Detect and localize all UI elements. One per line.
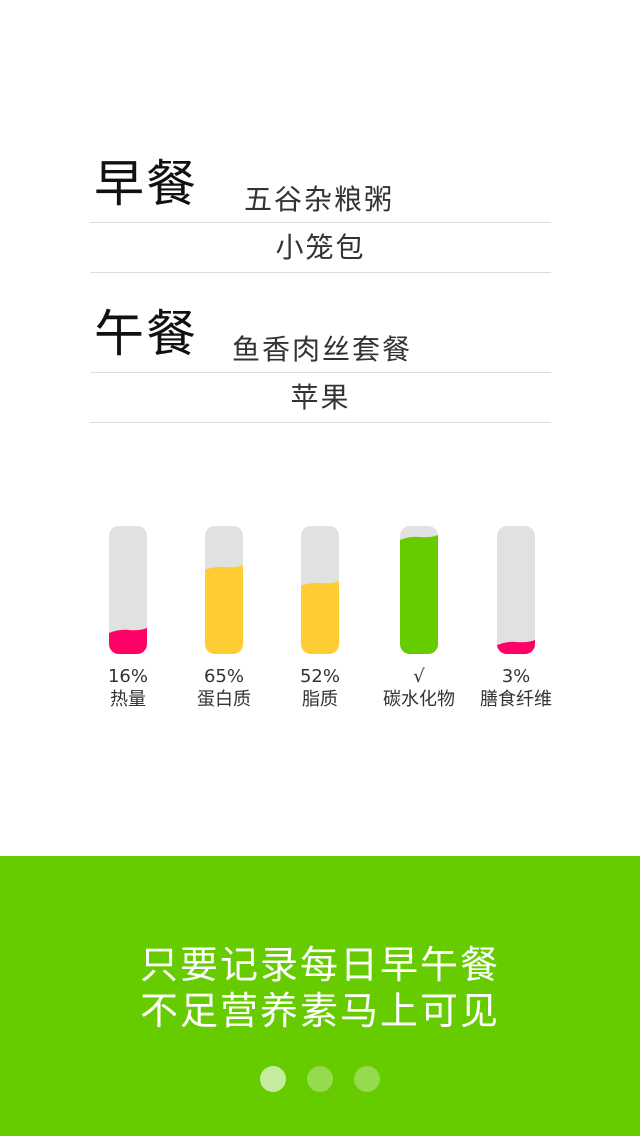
protein-label: 蛋白质 (197, 689, 251, 710)
page-dot-1[interactable] (259, 1066, 286, 1092)
lunch-title: 午餐 (94, 305, 198, 363)
protein-bar (205, 526, 243, 654)
breakfast-section: 早餐 五谷杂粮粥 小笼包 (90, 150, 551, 273)
nutrient-gauges: 16% 热量 65% 蛋白质 52% 脂质 √ 碳水化物 3% 膳食纤维 (0, 526, 640, 726)
lunch-section: 午餐 鱼香肉丝套餐 苹果 (90, 300, 551, 423)
page-dot-2[interactable] (307, 1066, 333, 1092)
slogan-line-2: 不足营养素马上可见 (139, 989, 500, 1033)
breakfast-item-2[interactable]: 小笼包 (90, 223, 551, 273)
carbs-bar-fill (400, 535, 438, 654)
fat-bar (301, 526, 339, 654)
app-screen: 早餐 五谷杂粮粥 小笼包 午餐 鱼香肉丝套餐 苹果 16% 热量 65% 蛋白质 (0, 0, 640, 1136)
breakfast-header: 早餐 五谷杂粮粥 (90, 150, 551, 223)
calories-bar-fill (109, 628, 147, 654)
calories-label: 热量 (110, 689, 146, 710)
breakfast-item-1[interactable]: 五谷杂粮粥 (244, 182, 394, 218)
page-indicator (0, 1066, 640, 1096)
carbs-label: 碳水化物 (383, 689, 455, 710)
protein-value: 65% (203, 666, 244, 687)
protein-bar-fill (205, 565, 243, 654)
lunch-item-2[interactable]: 苹果 (90, 373, 551, 423)
calories-bar (109, 526, 147, 654)
lunch-item-1[interactable]: 鱼香肉丝套餐 (232, 332, 412, 368)
fiber-bar (497, 526, 535, 654)
fiber-value: 3% (501, 666, 531, 687)
carbs-bar (400, 526, 438, 654)
nutrient-carbs: √ 碳水化物 (364, 526, 474, 712)
lunch-header: 午餐 鱼香肉丝套餐 (90, 300, 551, 373)
fiber-label: 膳食纤维 (480, 689, 552, 710)
fat-label: 脂质 (302, 689, 338, 710)
nutrient-protein: 65% 蛋白质 (169, 526, 279, 712)
slogan-line-1: 只要记录每日早午餐 (139, 943, 500, 987)
calories-value: 16% (107, 666, 148, 687)
nutrient-calories: 16% 热量 (73, 526, 183, 712)
fat-value: 52% (299, 666, 340, 687)
fat-bar-fill (301, 581, 339, 654)
breakfast-title: 早餐 (94, 155, 198, 213)
nutrient-fat: 52% 脂质 (265, 526, 375, 712)
carbs-check-icon: √ (413, 666, 425, 687)
promo-banner: 只要记录每日早午餐 不足营养素马上可见 (0, 856, 640, 1136)
fiber-bar-fill (497, 640, 535, 654)
nutrient-fiber: 3% 膳食纤维 (461, 526, 571, 712)
page-dot-3[interactable] (354, 1066, 381, 1092)
